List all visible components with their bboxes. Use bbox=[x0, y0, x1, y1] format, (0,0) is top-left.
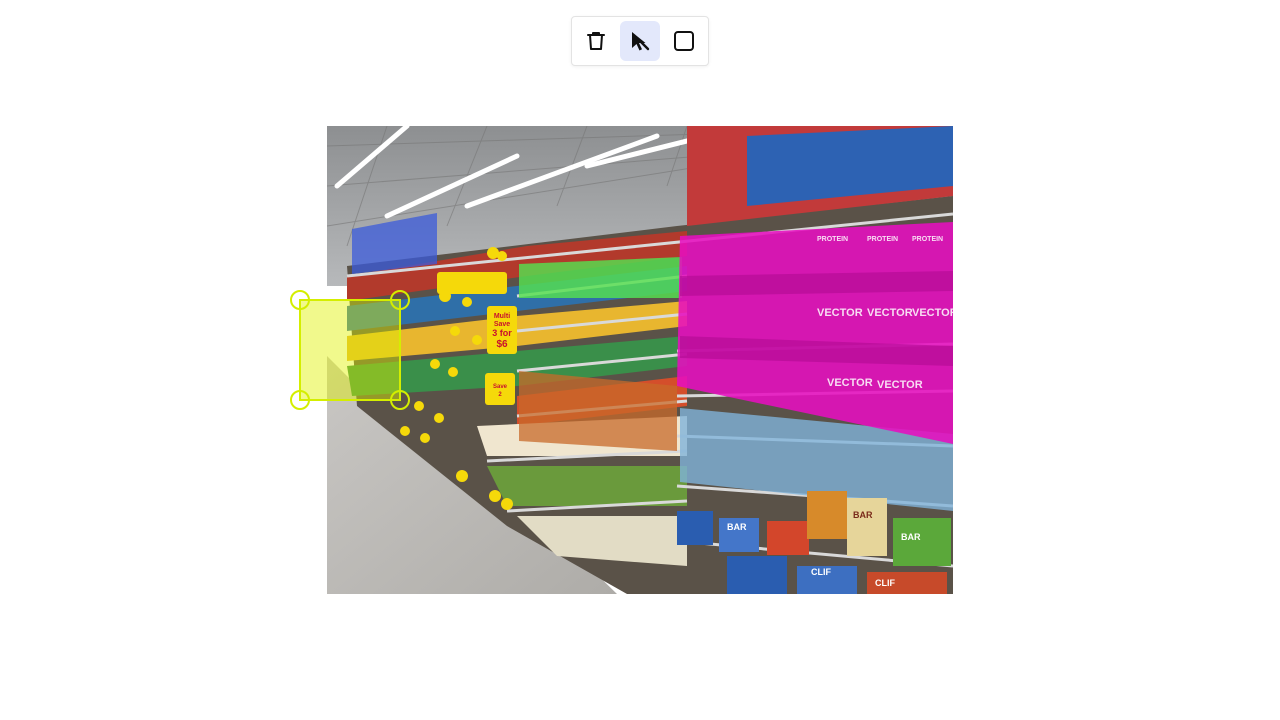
resize-handle-bottom-right[interactable] bbox=[390, 390, 410, 410]
product-label: VECTOR bbox=[827, 377, 873, 389]
rectangle-tool-button[interactable] bbox=[664, 21, 704, 61]
mask-green bbox=[519, 257, 682, 298]
product-label: PROTEIN bbox=[867, 236, 898, 243]
select-tool-button[interactable] bbox=[620, 21, 660, 61]
sign-line-4: $6 bbox=[496, 339, 508, 350]
product-label: PROTEIN bbox=[817, 236, 848, 243]
product-label: VECTOR bbox=[817, 307, 863, 319]
sign-line-3: 3 for bbox=[492, 328, 512, 338]
image-canvas[interactable]: Multi Save 3 for $6 Save 2 VECTOR VECTOR… bbox=[327, 126, 953, 594]
sign-line-1: Multi bbox=[494, 313, 510, 320]
product-label: BAR bbox=[727, 522, 747, 532]
product-label: CLIF bbox=[875, 578, 895, 588]
delete-button[interactable] bbox=[576, 21, 616, 61]
product-label: VECTOR bbox=[867, 307, 913, 319]
product-label: BAR bbox=[901, 532, 921, 542]
product-label: VECTOR bbox=[877, 379, 923, 391]
product-label: CLIF bbox=[811, 567, 831, 577]
sign-line-2: Save bbox=[494, 321, 510, 328]
cursor-arrow-icon bbox=[632, 32, 650, 51]
product-label: BAR bbox=[853, 510, 873, 520]
shelf-photo: Multi Save 3 for $6 Save 2 VECTOR VECTOR… bbox=[327, 126, 953, 594]
trash-icon bbox=[587, 32, 605, 50]
sign2-line-1: Save bbox=[493, 384, 508, 390]
product-label: PROTEIN bbox=[912, 236, 943, 243]
selected-bounding-box[interactable] bbox=[299, 299, 401, 401]
resize-handle-top-right[interactable] bbox=[390, 290, 410, 310]
product-label: VECTOR bbox=[912, 307, 953, 319]
square-icon bbox=[674, 31, 694, 51]
annotation-toolbar bbox=[571, 16, 709, 66]
resize-handle-bottom-left[interactable] bbox=[290, 390, 310, 410]
resize-handle-top-left[interactable] bbox=[290, 290, 310, 310]
